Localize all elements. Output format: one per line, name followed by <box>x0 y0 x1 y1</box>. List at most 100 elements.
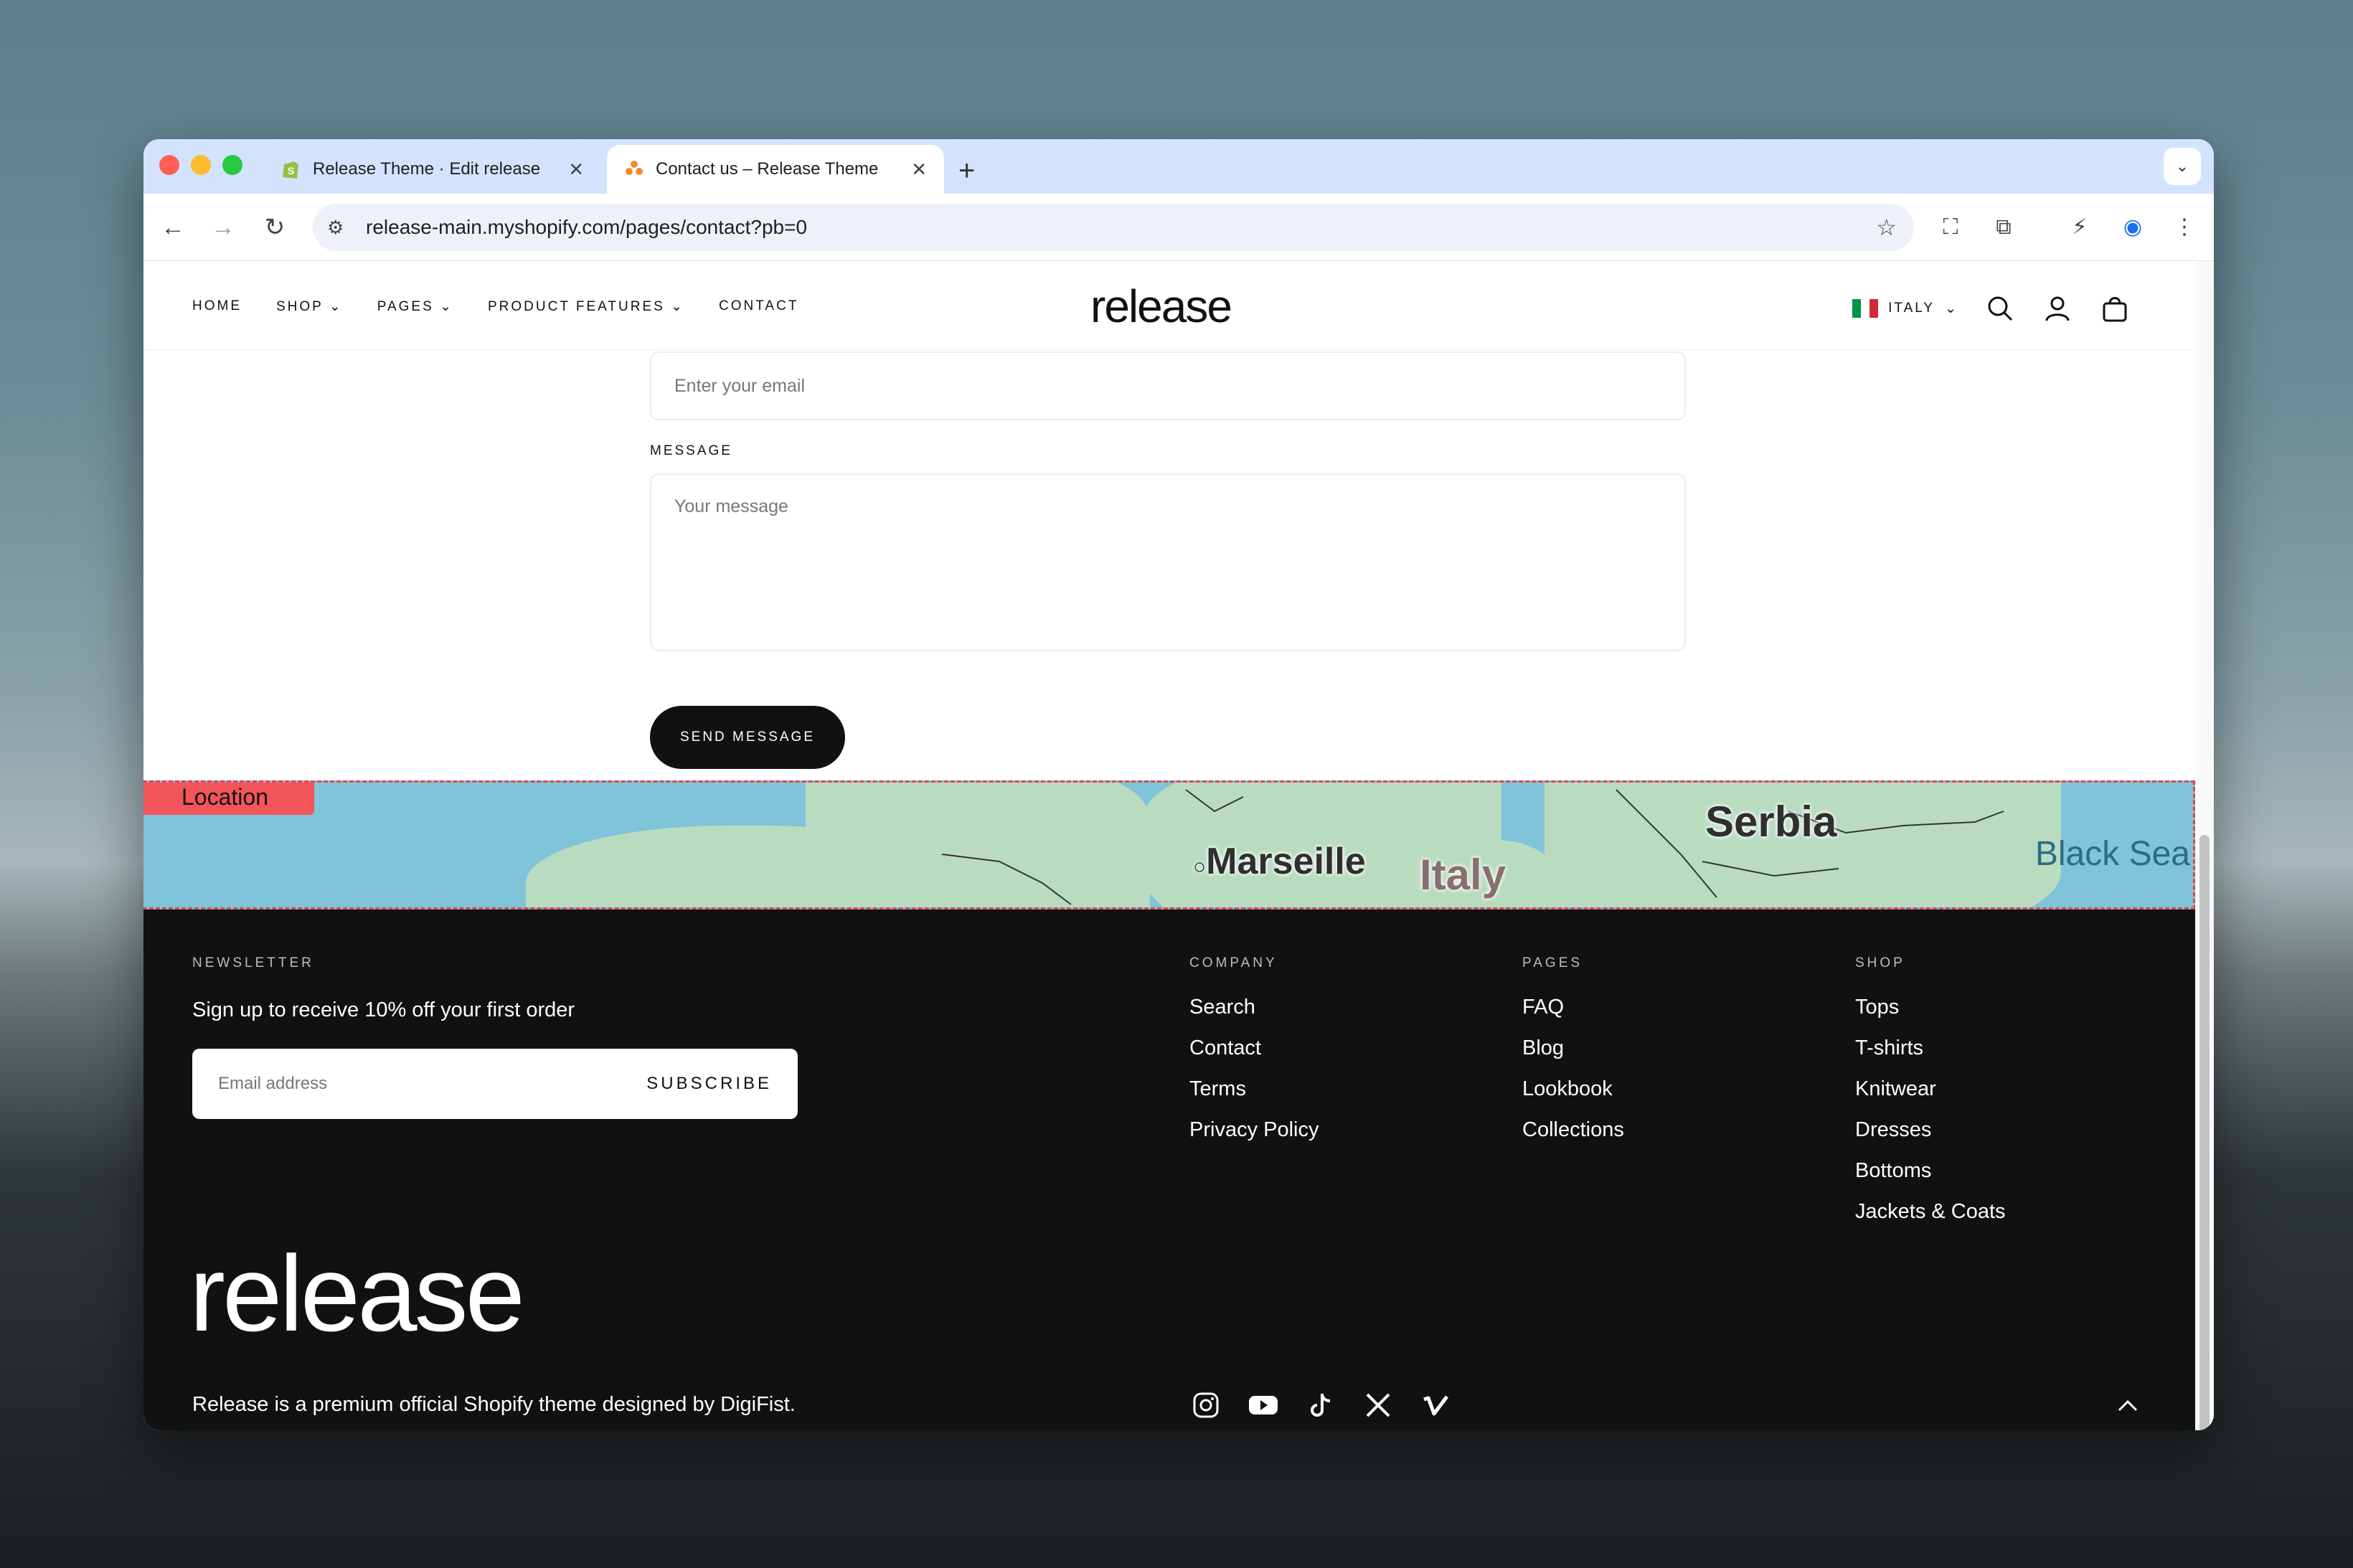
site-logo[interactable]: release <box>1090 280 1232 333</box>
map-pin-icon: ○ <box>1193 855 1207 879</box>
menu-kebab-icon[interactable]: ⋮ <box>2168 211 2201 244</box>
newsletter-text: Sign up to receive 10% off your first or… <box>192 998 575 1021</box>
pages-links: FAQ Blog Lookbook Collections <box>1522 996 1624 1159</box>
email-field[interactable]: Enter your email <box>650 351 1686 420</box>
header-actions: ITALY ⌄ <box>1852 293 2131 324</box>
new-tab-button[interactable]: + <box>958 151 975 191</box>
footer-link-tshirts[interactable]: T-shirts <box>1855 1036 2006 1077</box>
youtube-icon[interactable] <box>1247 1389 1280 1422</box>
location-map[interactable]: Location ○Marseille Italy Serbia Black S… <box>143 780 2195 910</box>
nav-contact[interactable]: CONTACT <box>719 298 798 315</box>
maximize-window-button[interactable] <box>222 155 242 175</box>
nav-home[interactable]: HOME <box>192 298 242 315</box>
map-label-italy: Italy <box>1420 851 1506 899</box>
main-nav: HOME SHOP ⌄ PAGES ⌄ PRODUCT FEATURES ⌄ C… <box>192 298 798 315</box>
profile-icon[interactable]: ◉ <box>2116 211 2149 244</box>
minimize-window-button[interactable] <box>191 155 211 175</box>
footer-link-terms[interactable]: Terms <box>1189 1077 1319 1118</box>
message-label: MESSAGE <box>650 443 732 458</box>
site-footer: NEWSLETTER Sign up to receive 10% off yo… <box>143 910 2195 1430</box>
footer-link-contact[interactable]: Contact <box>1189 1036 1319 1077</box>
footer-link-bottoms[interactable]: Bottoms <box>1855 1159 2006 1200</box>
tab-search-button[interactable]: ⌄ <box>2164 148 2201 185</box>
shopify-icon: S <box>283 161 298 179</box>
x-icon[interactable] <box>1362 1389 1395 1422</box>
tab-strip: S Release Theme · Edit release ✕ Contact… <box>143 139 2214 194</box>
footer-link-jackets[interactable]: Jackets & Coats <box>1855 1200 2006 1241</box>
map-label-marseille: ○Marseille <box>1193 841 1366 882</box>
footer-link-faq[interactable]: FAQ <box>1522 996 1624 1036</box>
pages-heading: PAGES <box>1522 955 1583 970</box>
performance-icon[interactable]: ⚡ <box>2063 211 2096 244</box>
social-links <box>1189 1389 1452 1422</box>
tab-title: Release Theme · Edit release <box>313 159 541 179</box>
footer-link-knitwear[interactable]: Knitwear <box>1855 1077 2006 1118</box>
theme-favicon-icon <box>626 161 643 175</box>
back-button[interactable]: ← <box>156 211 189 244</box>
footer-link-privacy[interactable]: Privacy Policy <box>1189 1118 1319 1159</box>
nav-shop[interactable]: SHOP ⌄ <box>276 298 343 315</box>
map-label-serbia: Serbia <box>1705 798 1837 846</box>
page-scrollbar[interactable] <box>2195 261 2214 1430</box>
screenshot-icon[interactable]: ⛶ <box>1934 211 1967 244</box>
close-tab-icon[interactable]: ✕ <box>568 159 584 181</box>
footer-link-search[interactable]: Search <box>1189 996 1319 1036</box>
newsletter-form: Email address SUBSCRIBE <box>192 1049 798 1119</box>
url-text[interactable]: release-main.myshopify.com/pages/contact… <box>366 216 807 239</box>
browser-window: S Release Theme · Edit release ✕ Contact… <box>143 139 2214 1430</box>
address-bar[interactable]: ⚙ release-main.myshopify.com/pages/conta… <box>313 204 1914 251</box>
shop-links: Tops T-shirts Knitwear Dresses Bottoms J… <box>1855 996 2006 1241</box>
send-message-button[interactable]: SEND MESSAGE <box>650 706 845 769</box>
footer-logo[interactable]: release <box>189 1239 525 1347</box>
arrow-left-icon: ← <box>161 214 185 241</box>
chevron-down-icon: ⌄ <box>440 299 453 314</box>
footer-link-tops[interactable]: Tops <box>1855 996 2006 1036</box>
footer-link-blog[interactable]: Blog <box>1522 1036 1624 1077</box>
subscribe-button[interactable]: SUBSCRIBE <box>646 1074 772 1094</box>
location-tag: Location <box>143 783 314 815</box>
footer-tagline: Release is a premium official Shopify th… <box>192 1393 796 1416</box>
tab-contact-us[interactable]: Contact us – Release Theme ✕ <box>607 145 944 194</box>
country-label: ITALY <box>1888 301 1935 316</box>
account-icon[interactable] <box>2042 293 2073 324</box>
chevron-down-icon: ⌄ <box>329 299 343 314</box>
bookmark-star-icon[interactable]: ☆ <box>1876 214 1897 241</box>
site-settings-icon[interactable]: ⚙ <box>327 217 356 239</box>
close-window-button[interactable] <box>159 155 179 175</box>
site-header: HOME SHOP ⌄ PAGES ⌄ PRODUCT FEATURES ⌄ C… <box>143 261 2195 350</box>
map-borders <box>941 789 2004 905</box>
chevron-down-icon: ⌄ <box>671 299 685 314</box>
company-links: Search Contact Terms Privacy Policy <box>1189 996 1319 1159</box>
footer-link-lookbook[interactable]: Lookbook <box>1522 1077 1624 1118</box>
footer-link-collections[interactable]: Collections <box>1522 1118 1624 1159</box>
shop-heading: SHOP <box>1855 955 1905 970</box>
footer-link-dresses[interactable]: Dresses <box>1855 1118 2006 1159</box>
reload-button[interactable]: ↻ <box>258 211 291 244</box>
scroll-to-top-icon[interactable] <box>2113 1392 2142 1420</box>
company-heading: COMPANY <box>1189 955 1278 970</box>
chevron-down-icon: ⌄ <box>1945 301 1958 316</box>
cart-bag-icon[interactable] <box>2099 293 2131 324</box>
scrollbar-thumb[interactable] <box>2199 835 2210 1430</box>
close-tab-icon[interactable]: ✕ <box>911 159 927 181</box>
svg-text:S: S <box>288 165 294 176</box>
forward-button[interactable]: → <box>207 211 240 244</box>
country-selector[interactable]: ITALY ⌄ <box>1852 299 1958 318</box>
window-controls <box>159 155 242 175</box>
newsletter-email-input[interactable]: Email address <box>218 1074 327 1094</box>
browser-toolbar: ← → ↻ ⚙ release-main.myshopify.com/pages… <box>143 194 2214 261</box>
tab-edit-release[interactable]: S Release Theme · Edit release ✕ <box>264 145 601 194</box>
vimeo-icon[interactable] <box>1419 1389 1452 1422</box>
nav-pages[interactable]: PAGES ⌄ <box>377 298 453 315</box>
instagram-icon[interactable] <box>1189 1389 1222 1422</box>
message-field[interactable]: Your message <box>650 473 1686 651</box>
newsletter-heading: NEWSLETTER <box>192 955 314 970</box>
tab-title: Contact us – Release Theme <box>656 159 879 179</box>
extensions-icon[interactable]: ⧉ <box>1987 211 2020 244</box>
chevron-down-icon: ⌄ <box>2175 157 2189 175</box>
map-label-black-sea-text: Black Sea <box>2034 835 2190 873</box>
search-icon[interactable] <box>1984 293 2016 324</box>
italy-flag-icon <box>1852 299 1879 318</box>
tiktok-icon[interactable] <box>1304 1389 1337 1422</box>
nav-product-features[interactable]: PRODUCT FEATURES ⌄ <box>488 298 684 315</box>
